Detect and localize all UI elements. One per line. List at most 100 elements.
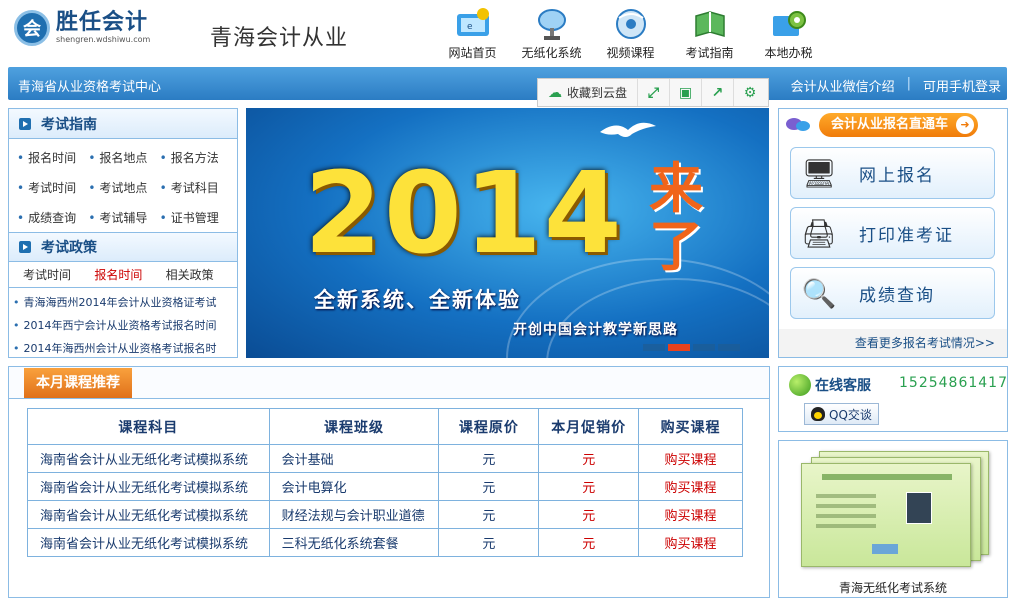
save-to-cloud-label: 收藏到云盘 xyxy=(567,86,628,100)
settings-gear-icon[interactable]: ⚙ xyxy=(734,79,766,106)
expand-icon[interactable]: ⤢ xyxy=(638,79,671,106)
qq-chat-label: QQ交谈 xyxy=(829,407,872,422)
col-promo-price: 本月促销价 xyxy=(538,408,640,445)
course-class: 会计基础 xyxy=(268,444,440,473)
online-register-button[interactable]: 🖥 网上报名 xyxy=(790,147,995,199)
course-class: 会计电算化 xyxy=(268,472,440,501)
course-orig-price: 元 xyxy=(438,472,540,501)
banner-come: 来了 xyxy=(649,157,703,278)
guide-link[interactable]: 考试辅导 xyxy=(88,209,159,226)
buy-course-link[interactable]: 购买课程 xyxy=(638,472,743,501)
wechat-intro-link[interactable]: 会计从业微信介绍 xyxy=(791,76,895,95)
paperless-system-panel[interactable]: 青海无纸化考试系统 xyxy=(778,440,1008,598)
nav-exam-guide[interactable]: 考试指南 xyxy=(670,6,749,61)
nav-video[interactable]: 视频课程 xyxy=(591,6,670,61)
guide-link[interactable]: 考试时间 xyxy=(17,179,88,196)
play-arrow-icon xyxy=(19,241,31,253)
col-orig-price: 课程原价 xyxy=(438,408,540,445)
course-promo-price: 元 xyxy=(538,444,640,473)
logo-url: shengren.wdshiwu.com xyxy=(56,35,151,44)
course-class: 财经法规与会计职业道德 xyxy=(268,500,440,529)
guide-header: 考试指南 xyxy=(9,109,237,139)
table-row: 海南省会计从业无纸化考试模拟系统 会计电算化 元 元 购买课程 xyxy=(27,472,743,501)
course-promo-price: 元 xyxy=(538,500,640,529)
policy-tabs: 考试时间 报名时间 相关政策 xyxy=(9,262,237,288)
save-to-cloud-button[interactable]: ☁ 收藏到云盘 xyxy=(538,79,639,106)
score-query-label: 成绩查询 xyxy=(859,285,935,306)
buy-course-link[interactable]: 购买课程 xyxy=(638,444,743,473)
nav-label: 视频课程 xyxy=(606,46,655,60)
table-row: 海南省会计从业无纸化考试模拟系统 三科无纸化系统套餐 元 元 购买课程 xyxy=(27,528,743,557)
nav-paperless[interactable]: 无纸化系统 xyxy=(512,6,591,61)
printer-icon: 🖨 xyxy=(801,216,837,250)
course-tab[interactable]: 本月课程推荐 xyxy=(24,368,132,398)
guide-links: 报名时间 报名地点 报名方法 考试时间 考试地点 考试科目 成绩查询 考试辅导 … xyxy=(9,139,237,232)
service-phone: 15254861417 xyxy=(899,375,1008,391)
main-nav-bar: 青海省从业资格考试中心 会计从业微信介绍 | 可用手机登录 xyxy=(8,67,1007,100)
banner-dot[interactable] xyxy=(643,344,665,351)
guide-link[interactable]: 考试地点 xyxy=(88,179,159,196)
registration-header: 会计从业报名直通车 xyxy=(785,113,979,137)
service-title: 在线客服 xyxy=(789,374,871,396)
exam-center-title: 青海省从业资格考试中心 xyxy=(18,80,162,95)
buy-course-link[interactable]: 购买课程 xyxy=(638,528,743,557)
chat-bubble-icon xyxy=(786,118,810,131)
guide-link[interactable]: 证书管理 xyxy=(160,209,231,226)
policy-title: 考试政策 xyxy=(41,240,97,256)
course-promo-price: 元 xyxy=(538,472,640,501)
tab-exam-time[interactable]: 考试时间 xyxy=(23,266,94,283)
course-table: 课程科目 课程班级 课程原价 本月促销价 购买课程 海南省会计从业无纸化考试模拟… xyxy=(27,408,743,557)
guide-link[interactable]: 报名方法 xyxy=(160,149,231,166)
magnifier-icon: 🔍 xyxy=(801,276,837,310)
course-orig-price: 元 xyxy=(438,444,540,473)
share-icon[interactable]: ↗ xyxy=(702,79,735,106)
site-title: 青海会计从业 xyxy=(210,26,349,51)
tab-register-time[interactable]: 报名时间 xyxy=(94,266,165,283)
site-header: 会 胜任会计 shengren.wdshiwu.com 青海会计从业 e 网站首… xyxy=(0,0,1015,66)
mobile-login-link[interactable]: 可用手机登录 xyxy=(923,76,1001,95)
exam-guide-panel: 考试指南 报名时间 报名地点 报名方法 考试时间 考试地点 考试科目 成绩查询 … xyxy=(8,108,238,358)
course-recommend-panel: 本月课程推荐 课程科目 课程班级 课程原价 本月促销价 购买课程 海南省会计从业… xyxy=(8,366,770,598)
guide-title: 考试指南 xyxy=(41,116,97,133)
registration-express-button[interactable]: 会计从业报名直通车 xyxy=(819,113,979,137)
svg-text:e: e xyxy=(467,22,473,32)
policy-item[interactable]: 2014年西宁会计从业资格考试报名时间 xyxy=(13,314,237,337)
course-orig-price: 元 xyxy=(438,500,540,529)
tab-related-policy[interactable]: 相关政策 xyxy=(166,266,237,283)
guide-link[interactable]: 考试科目 xyxy=(160,179,231,196)
col-class: 课程班级 xyxy=(268,408,440,445)
service-title-label: 在线客服 xyxy=(815,378,871,394)
banner-dot[interactable] xyxy=(718,344,740,351)
globe-icon xyxy=(789,374,811,396)
course-subject: 海南省会计从业无纸化考试模拟系统 xyxy=(27,500,270,529)
book-icon xyxy=(690,6,730,42)
site-logo[interactable]: 会 胜任会计 shengren.wdshiwu.com xyxy=(14,10,150,46)
top-nav: e 网站首页 无纸化系统 视频课程 考试指南 本地办税 xyxy=(433,6,828,61)
score-query-button[interactable]: 🔍 成绩查询 xyxy=(790,267,995,319)
guide-link[interactable]: 报名时间 xyxy=(17,149,88,166)
table-row: 海南省会计从业无纸化考试模拟系统 财经法规与会计职业道德 元 元 购买课程 xyxy=(27,500,743,529)
nav-home[interactable]: e 网站首页 xyxy=(433,6,512,61)
view-more-link[interactable]: 查看更多报名考试情况>> xyxy=(855,334,995,351)
policy-item[interactable]: 2014年海西州会计从业资格考试报名时 xyxy=(13,337,237,360)
print-admission-button[interactable]: 🖨 打印准考证 xyxy=(790,207,995,259)
course-header: 本月课程推荐 xyxy=(9,367,769,399)
course-subject: 海南省会计从业无纸化考试模拟系统 xyxy=(27,528,270,557)
save-disk-icon[interactable]: ▣ xyxy=(670,79,703,106)
online-register-label: 网上报名 xyxy=(859,165,935,186)
cloud-icon: ☁ xyxy=(548,84,562,101)
banner-dot[interactable] xyxy=(693,344,715,351)
policy-item[interactable]: 青海海西州2014年会计从业资格证考试 xyxy=(13,291,237,314)
course-class: 三科无纸化系统套餐 xyxy=(268,528,440,557)
promo-banner[interactable]: 2014 来了 全新系统、全新体验 开创中国会计教学新思路 xyxy=(246,108,769,358)
policy-list: 青海海西州2014年会计从业资格证考试 2014年西宁会计从业资格考试报名时间 … xyxy=(9,288,237,360)
guide-link[interactable]: 成绩查询 xyxy=(17,209,88,226)
buy-course-link[interactable]: 购买课程 xyxy=(638,500,743,529)
nav-local-tax[interactable]: 本地办税 xyxy=(749,6,828,61)
logo-name: 胜任会计 xyxy=(56,10,149,35)
qq-chat-button[interactable]: QQ交谈 xyxy=(804,403,879,425)
table-header-row: 课程科目 课程班级 课程原价 本月促销价 购买课程 xyxy=(27,408,743,445)
guide-link[interactable]: 报名地点 xyxy=(88,149,159,166)
computer-form-icon: 🖥 xyxy=(801,156,837,190)
banner-dot-active[interactable] xyxy=(668,344,690,351)
